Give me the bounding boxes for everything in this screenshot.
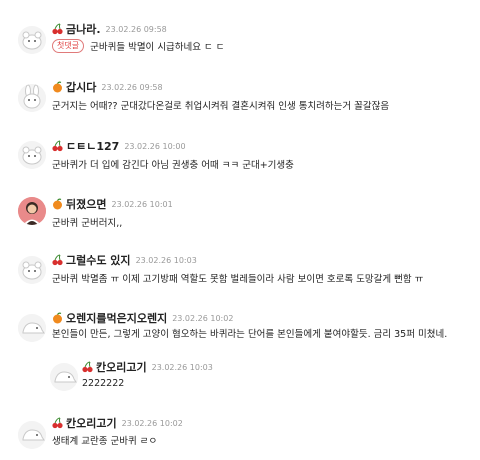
comment-date: 23.02.26 10:02: [121, 418, 183, 428]
comment-date: 23.02.26 10:02: [172, 313, 234, 323]
avatar[interactable]: [50, 363, 78, 391]
comment-date: 23.02.26 10:00: [124, 141, 186, 151]
comment-item: 뒤졌으면 23.02.26 10:01 군바퀴 군버러지,,: [0, 193, 480, 243]
cherry-icon: [82, 361, 93, 373]
avatar[interactable]: [18, 256, 46, 284]
avatar[interactable]: [18, 26, 46, 54]
cherry-icon: [52, 417, 63, 429]
comment-text: 군바퀴 박멸좀 ㅠ 이제 고기방패 역할도 못함 벌레들이라 사람 보이면 호로…: [52, 274, 424, 285]
comment-nickname[interactable]: 칸오리고기: [96, 359, 147, 375]
orange-icon: [52, 312, 63, 324]
comment-nickname[interactable]: 오렌지를먹은지오렌지: [66, 310, 167, 326]
comment-text: 군바퀴들 박멸이 시급하네요 ㄷ ㄷ: [90, 42, 225, 53]
orange-icon: [52, 81, 63, 93]
comment-text: 군바퀴가 더 입에 감긴다 아님 권생충 어때 ㅋㅋ 군대+기생충: [52, 160, 294, 171]
avatar[interactable]: [18, 421, 46, 449]
comment-item: ㄷㅌㄴ127 23.02.26 10:00 군바퀴가 더 입에 감긴다 아님 권…: [0, 135, 480, 185]
avatar[interactable]: [18, 314, 46, 342]
comment-text: 2222222: [82, 378, 125, 389]
comment-item: 칸오리고기 23.02.26 10:02 생태계 교란종 군바퀴 ㄹㅇ: [0, 411, 480, 460]
comment-text: 생태계 교란종 군바퀴 ㄹㅇ: [52, 436, 158, 447]
cherry-icon: [52, 254, 63, 266]
cherry-icon: [52, 23, 63, 35]
comment-nickname[interactable]: ㄷㅌㄴ127: [66, 138, 119, 154]
comment-date: 23.02.26 10:03: [151, 362, 213, 372]
reply-item: 칸오리고기 23.02.26 10:03 2222222: [0, 354, 480, 399]
avatar[interactable]: [18, 141, 46, 169]
avatar[interactable]: [18, 197, 46, 225]
comment-date: 23.02.26 10:01: [111, 199, 173, 209]
comment-item: 금나라. 23.02.26 09:58 첫댓글 군바퀴들 박멸이 시급하네요 ㄷ…: [0, 0, 480, 60]
comment-text: 군거지는 어때?? 군대갔다온걸로 취업시켜줘 결혼시켜줘 인생 통치려하는거 …: [52, 101, 390, 112]
comment-nickname[interactable]: 그럴수도 있지: [66, 252, 131, 268]
comment-nickname[interactable]: 금나라.: [66, 21, 101, 37]
comment-nickname[interactable]: 칸오리고기: [66, 415, 117, 431]
first-comment-badge: 첫댓글: [52, 39, 85, 53]
comment-text: 본인들이 만든, 그렇게 고양이 혐오하는 바퀴라는 단어를 본인들에게 붙여야…: [52, 329, 448, 340]
comment-text: 군바퀴 군버러지,,: [52, 218, 123, 229]
comment-date: 23.02.26 09:58: [105, 24, 167, 34]
cherry-icon: [52, 140, 63, 152]
comment-nickname[interactable]: 갑시다: [66, 79, 96, 95]
comment-item: 갑시다 23.02.26 09:58 군거지는 어때?? 군대갔다온걸로 취업시…: [0, 76, 480, 126]
comment-item: 오렌지를먹은지오렌지 23.02.26 10:02 본인들이 만든, 그렇게 고…: [0, 307, 480, 352]
orange-icon: [52, 198, 63, 210]
comment-nickname[interactable]: 뒤졌으면: [66, 196, 106, 212]
comment-item: 그럴수도 있지 23.02.26 10:03 군바퀴 박멸좀 ㅠ 이제 고기방패…: [0, 252, 480, 302]
comment-date: 23.02.26 09:58: [101, 82, 163, 92]
avatar[interactable]: [18, 84, 46, 112]
comment-date: 23.02.26 10:03: [135, 255, 197, 265]
